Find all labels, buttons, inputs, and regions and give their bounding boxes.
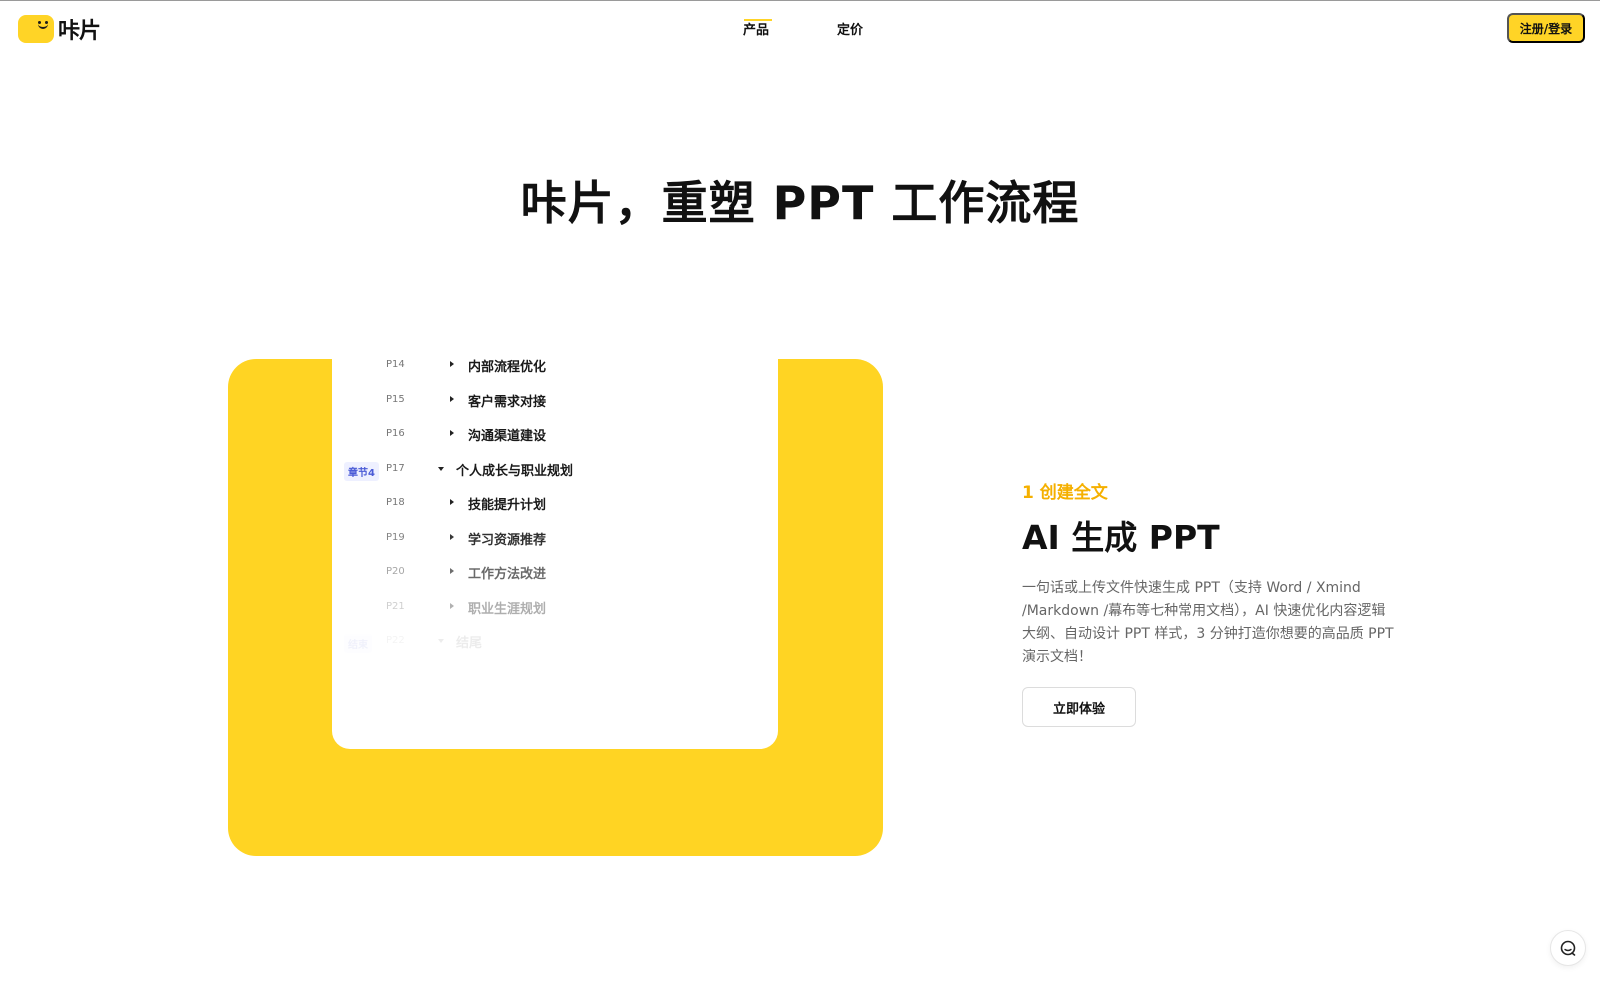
signup-login-button[interactable]: 注册/登录 (1507, 13, 1585, 43)
try-now-button[interactable]: 立即体验 (1022, 687, 1136, 727)
caret-right-icon[interactable] (450, 395, 454, 402)
caret-down-icon[interactable] (438, 639, 444, 643)
page-number: P16 (386, 428, 405, 439)
chat-button[interactable] (1550, 930, 1586, 966)
outline-item-text: 结尾 (456, 636, 483, 651)
step-label: 1 创建全文 (1022, 483, 1108, 503)
outline-item-text: 个人成长与职业规划 (456, 463, 574, 479)
caret-right-icon[interactable] (450, 499, 454, 505)
page-number: P22 (386, 635, 405, 646)
outline-preview: P14 内部流程优化 P15 客户需求对接 P16 沟通渠道建设章节4 P17 个人成长与职业… (332, 359, 778, 749)
caret-right-icon[interactable] (450, 430, 454, 436)
outline-row[interactable]: P20 工作方法改进 (332, 559, 778, 589)
main-nav: 产品 定价 (0, 19, 1600, 39)
outline-row[interactable]: P14 内部流程优化 (332, 359, 778, 382)
page-number: P18 (386, 497, 405, 508)
page-number: P17 (386, 462, 405, 474)
feature-showcase: P14 内部流程优化 P15 客户需求对接 P16 沟通渠道建设章节4 P17 个人成长与职业… (228, 359, 883, 856)
outline-row[interactable]: 章节4 P17 个人成长与职业规划 (332, 456, 778, 486)
caret-right-icon[interactable] (450, 568, 454, 574)
nav-item-pricing[interactable]: 定价 (837, 19, 863, 38)
outline-row[interactable]: P15 客户需求对接 (332, 387, 778, 417)
feature-title: AI 生成 PPT (1022, 518, 1220, 557)
page-number: P19 (386, 531, 405, 543)
feature-description: 一句话或上传文件快速生成 PPT（支持 Word / Xmind /Markdo… (1022, 580, 1394, 665)
chapter-badge: 结束 (344, 634, 372, 653)
page-number: P21 (386, 600, 405, 612)
caret-right-icon[interactable] (450, 361, 454, 367)
outline-item-text: 沟通渠道建设 (468, 429, 547, 444)
page-number: P20 (386, 566, 405, 577)
caret-down-icon[interactable] (438, 466, 444, 471)
outline-row[interactable]: 结束 P22 结尾 (332, 628, 778, 658)
page-number: P15 (386, 393, 405, 405)
outline-item-text: 职业生涯规划 (468, 601, 547, 617)
site-header: 咔片 产品 定价 注册/登录 (0, 0, 1600, 58)
caret-right-icon[interactable] (450, 533, 454, 540)
chapter-badge: 章节4 (344, 461, 379, 481)
outline-item-text: 内部流程优化 (468, 360, 547, 375)
outline-item-text: 工作方法改进 (468, 567, 547, 582)
outline-row[interactable]: P16 沟通渠道建设 (332, 421, 778, 451)
feature-ai-generate: 1 创建全文 AI 生成 PPT 一句话或上传文件快速生成 PPT（支持 Wor… (1022, 478, 1402, 727)
outline-item-text: 技能提升计划 (468, 498, 547, 513)
outline-row[interactable]: P21 职业生涯规划 (332, 594, 778, 624)
outline-row[interactable]: P19 学习资源推荐 (332, 525, 778, 555)
outline-item-text: 客户需求对接 (468, 394, 547, 410)
outline-item-text: 学习资源推荐 (468, 532, 547, 548)
page-number: P14 (386, 359, 405, 370)
outline-row[interactable]: P18 技能提升计划 (332, 490, 778, 520)
nav-item-product[interactable]: 产品 (743, 19, 769, 38)
caret-right-icon[interactable] (450, 602, 454, 609)
chat-icon (1560, 940, 1576, 956)
hero-title: 咔片，重塑 PPT 工作流程 (520, 175, 1080, 230)
